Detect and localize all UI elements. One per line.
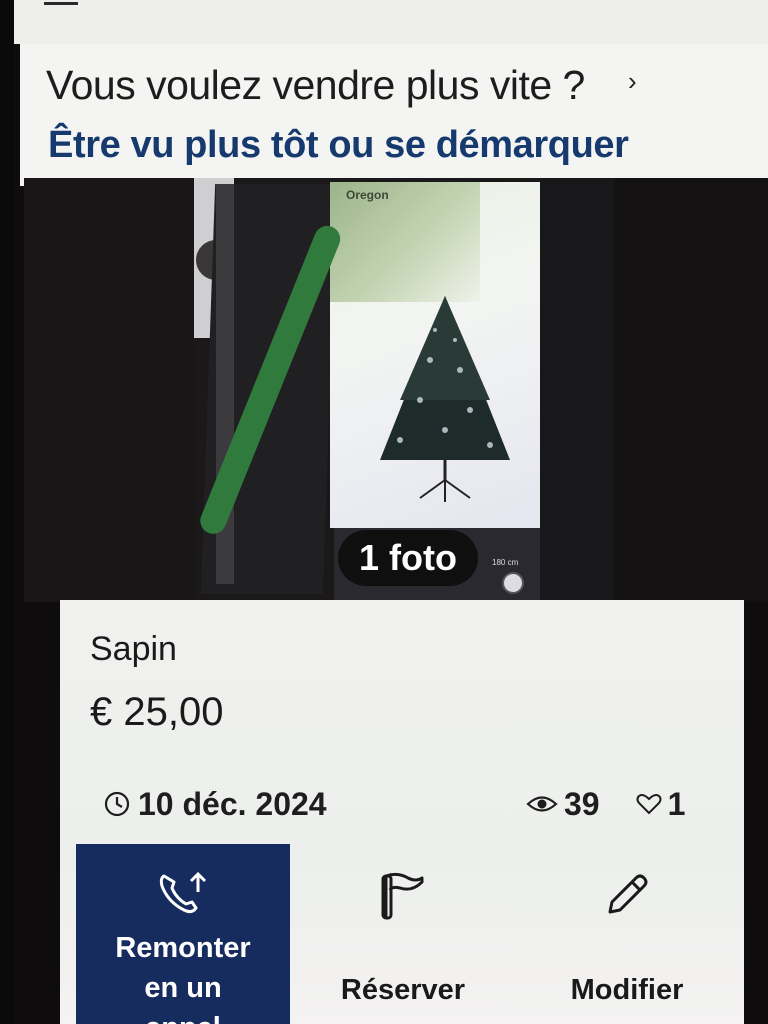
bump-button-label: Remonter en un appel: [115, 932, 251, 1024]
favorites-stat: 1: [636, 785, 686, 823]
reserve-button[interactable]: Réserver: [310, 844, 496, 1024]
edit-button[interactable]: Modifier: [522, 844, 732, 1024]
eye-icon: [526, 796, 558, 812]
bump-button[interactable]: Remonter en un appel: [76, 844, 290, 1024]
listing-date: 10 déc. 2024: [138, 785, 327, 822]
flag-icon: [381, 872, 424, 920]
box-brand: Oregon: [346, 188, 389, 202]
heart-icon: [636, 794, 662, 815]
listing-title: Sapin: [90, 630, 177, 668]
listing-info-card: Sapin € 25,00 10 déc. 2024 39 1 Remonter…: [60, 600, 744, 1024]
christmas-tree-image: [380, 296, 510, 502]
photo-count-badge[interactable]: 1 foto: [338, 530, 478, 586]
promo-banner[interactable]: Vous voulez vendre plus vite ? › Être vu…: [20, 44, 768, 186]
favorites-count: 1: [667, 785, 686, 822]
pencil-icon: [608, 874, 648, 914]
size-indicator: [502, 572, 524, 594]
edit-button-label: Modifier: [570, 974, 684, 1006]
size-label: 180 cm: [492, 558, 519, 567]
tree-box-poster: Oregon: [196, 182, 540, 538]
views-count: 39: [564, 785, 600, 822]
listing-date-row: 10 déc. 2024: [104, 784, 327, 824]
chevron-right-icon: ›: [628, 66, 637, 96]
reserve-button-label: Réserver: [340, 974, 466, 1006]
listing-actions: Remonter en un appel Réserver Modifier: [76, 844, 744, 1024]
menu-icon[interactable]: [44, 0, 78, 8]
app-header: [14, 0, 768, 44]
listing-price: € 25,00: [90, 690, 224, 734]
listing-stats: 39 1: [526, 784, 685, 824]
phone-screen: Vous voulez vendre plus vite ? › Être vu…: [14, 0, 768, 1024]
clock-icon: [104, 791, 130, 817]
phone-up-icon: [159, 871, 207, 914]
promo-subtitle: Être vu plus tôt ou se démarquer: [48, 124, 629, 166]
promo-title: Vous voulez vendre plus vite ?: [46, 62, 585, 108]
